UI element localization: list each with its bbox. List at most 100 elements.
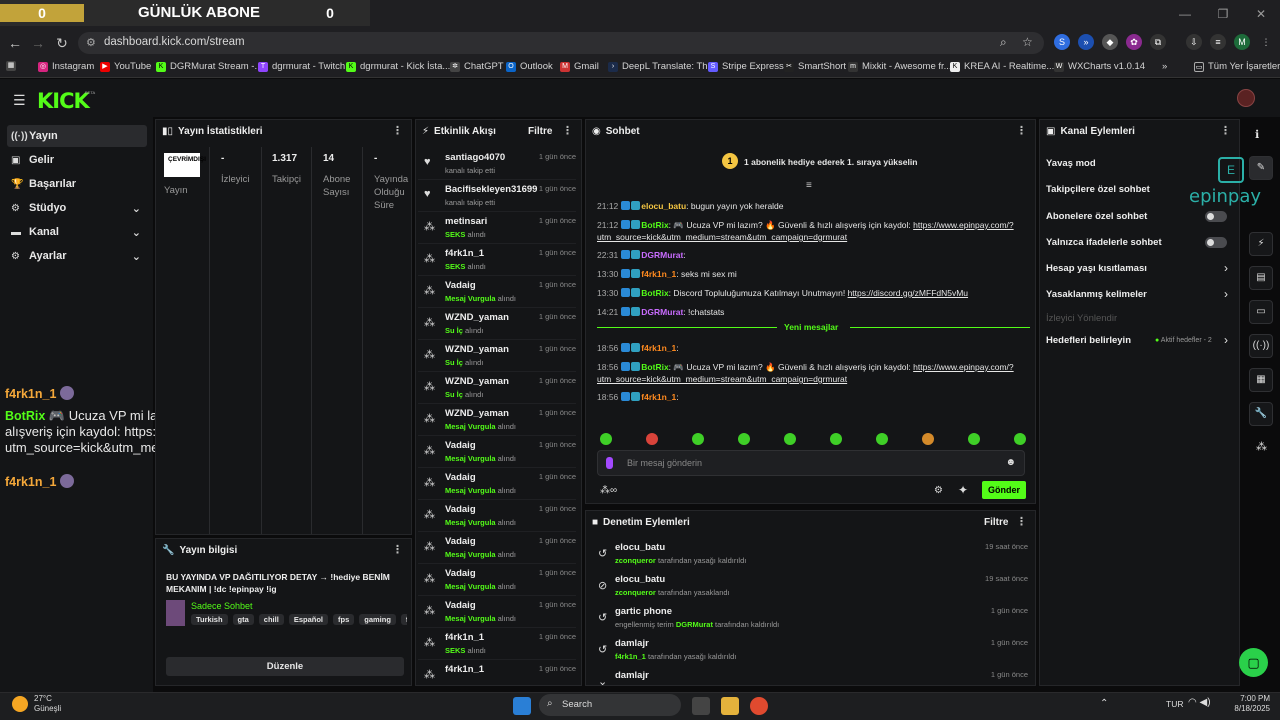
bookmark-item[interactable]: ✂ SmartShort (784, 61, 846, 72)
filter-button[interactable]: Filtre (528, 126, 552, 137)
activity-item[interactable]: ⁂ WZND_yaman Su İç alındı 1 gün önce (418, 340, 576, 372)
bookmark-item[interactable]: O Outlook (506, 61, 553, 72)
activity-username[interactable]: WZND_yaman (445, 408, 509, 419)
url-bar[interactable]: ⚙ dashboard.kick.com/stream ⌕ ☆ (78, 32, 1044, 54)
kick-logo[interactable]: KICK (37, 89, 90, 113)
weather-widget[interactable]: 27°C Güneşli (34, 694, 61, 714)
moderation-item[interactable]: ↺ gartic phone engellenmiş terim DGRMurat … (588, 601, 1034, 633)
settings-icon[interactable]: ⚙ (934, 485, 943, 496)
activity-item[interactable]: ⁂ f4rk1n_1 SEKS alındı 1 gün önce (418, 244, 576, 276)
minimize-button[interactable]: — (1166, 0, 1204, 30)
activity-item[interactable]: ⁂ WZND_yaman Mesaj Vurgula alındı 1 gün önc… (418, 404, 576, 436)
start-icon[interactable] (513, 697, 531, 715)
profile-avatar[interactable]: M (1234, 34, 1250, 50)
activity-item[interactable]: ⁂ Vadaig Mesaj Vurgula alındı 1 gün önce (418, 276, 576, 308)
bookmark-item[interactable]: › DeepL Translate: Th... (608, 61, 715, 72)
microphone-icon[interactable] (606, 457, 613, 469)
emote-icon[interactable] (1014, 433, 1026, 445)
activity-username[interactable]: Vadaig (445, 472, 476, 483)
emote-icon[interactable] (830, 433, 842, 445)
action-banned-words[interactable]: Yasaklanmış kelimeler (1046, 289, 1236, 300)
info-icon[interactable]: ℹ (1255, 128, 1259, 141)
gift-icon[interactable]: ✦ (958, 483, 968, 497)
close-button[interactable]: ✕ (1242, 0, 1280, 30)
sidebar-item-kanal[interactable]: ▬ Kanal ⌄ (7, 221, 147, 243)
sidebar-item-studyo[interactable]: ⚙ Stüdyo ⌄ (7, 197, 147, 219)
activity-item[interactable]: ⁂ f4rk1n_1 1 gün önce (418, 660, 576, 685)
sidebar-item-basarilar[interactable]: 🏆 Başarılar (7, 173, 147, 195)
extension-icon[interactable]: ✿ (1126, 34, 1142, 50)
chat-input[interactable]: Bir mesaj gönderin ☻ (597, 450, 1025, 476)
activity-username[interactable]: f4rk1n_1 (445, 248, 484, 259)
chat-username[interactable]: BotRix (641, 362, 668, 372)
sidebar-item-gelir[interactable]: ▣ Gelir (7, 149, 147, 171)
emote-icon[interactable] (738, 433, 750, 445)
clock[interactable]: 7:00 PM 8/18/2025 (1228, 694, 1270, 714)
edit-icon[interactable]: ✎ (1249, 156, 1273, 180)
chat-username[interactable]: f4rk1n_1 (641, 392, 676, 402)
reload-icon[interactable]: ↻ (52, 33, 72, 53)
hamburger-icon[interactable]: ☰ (13, 92, 26, 109)
chat-username[interactable]: elocu_batu (641, 201, 686, 211)
broadcast-icon[interactable]: ((·)) (1249, 334, 1273, 358)
more-icon[interactable]: ⋮ (1016, 124, 1027, 137)
bookmark-item[interactable]: K KREA AI - Realtime... (950, 61, 1054, 72)
collapse-icon[interactable]: ≡ (806, 180, 812, 191)
tag[interactable]: fu (400, 614, 407, 625)
shield-icon[interactable]: ◆ (1102, 34, 1118, 50)
filter-button[interactable]: Filtre (984, 517, 1008, 528)
bookmark-item[interactable]: Tdgrmurat - Twitch (258, 61, 345, 72)
activity-username[interactable]: Vadaig (445, 440, 476, 451)
language-indicator[interactable]: TUR (1166, 699, 1183, 709)
moderation-target[interactable]: damlajr (615, 670, 649, 681)
edit-button[interactable]: Düzenle (166, 657, 404, 676)
bookmark-item[interactable]: ✲ ChatGPT (450, 61, 504, 72)
extension-icon[interactable]: » (1078, 34, 1094, 50)
tag[interactable]: Español (288, 614, 328, 625)
tag[interactable]: fps (333, 614, 355, 625)
more-icon[interactable]: ⋮ (1016, 515, 1027, 528)
sidebar-item-yayin[interactable]: ((·)) Yayın (7, 125, 147, 147)
bookmark-item[interactable]: W WXCharts v1.0.14 (1054, 61, 1145, 72)
menu-icon[interactable]: ⋮ (1258, 34, 1274, 50)
site-info-icon[interactable]: ⚙ (86, 36, 96, 49)
bookmark-star-icon[interactable]: ☆ (1022, 35, 1033, 49)
activity-username[interactable]: f4rk1n_1 (445, 664, 484, 675)
activity-username[interactable]: Vadaig (445, 568, 476, 579)
document-icon[interactable]: ▤ (1249, 266, 1273, 290)
chat-username[interactable]: DGRMurat (641, 250, 683, 260)
activity-item[interactable]: ⁂ Vadaig Mesaj Vurgula alındı 1 gün önce (418, 532, 576, 564)
activity-username[interactable]: WZND_yaman (445, 344, 509, 355)
activity-item[interactable]: ⁂ WZND_yaman Su İç alındı 1 gün önce (418, 308, 576, 340)
chrome-icon[interactable] (750, 697, 768, 715)
chat-link[interactable]: https://discord.gg/zMFFdN5vMu (848, 288, 968, 298)
bookmark-item[interactable]: ▶ YouTube (100, 61, 151, 72)
moderation-item[interactable]: ⊘ elocu_batu zconqueror tarafından yasakla… (588, 569, 1034, 601)
bookmark-item[interactable]: m Mixkit - Awesome fr... (848, 61, 952, 72)
emote-icon[interactable] (922, 433, 934, 445)
subscribers-only-toggle[interactable] (1205, 211, 1227, 222)
send-button[interactable]: Gönder (982, 481, 1026, 499)
bookmark-item[interactable]: ◎ Instagram (38, 61, 94, 72)
apps-icon[interactable]: ▦ (6, 61, 16, 71)
activity-item[interactable]: ⁂ metinsari SEKS alındı 1 gün önce (418, 212, 576, 244)
moderation-target[interactable]: elocu_batu (615, 542, 665, 553)
support-chat-button[interactable]: ▢ (1239, 648, 1268, 677)
task-view-icon[interactable] (692, 697, 710, 715)
activity-username[interactable]: Bacifisekleyen31699 (445, 184, 537, 195)
maximize-button[interactable]: ❐ (1204, 0, 1242, 30)
chat-username[interactable]: BotRix (641, 220, 668, 230)
bookmarks-more[interactable]: » (1162, 61, 1167, 72)
chat-bubble-icon[interactable]: ▭ (1249, 300, 1273, 324)
back-icon[interactable]: ← (5, 33, 25, 53)
points-icon[interactable]: ⁂∞ (600, 485, 617, 496)
activity-username[interactable]: WZND_yaman (445, 376, 509, 387)
activity-item[interactable]: ⁂ WZND_yaman Su İç alındı 1 gün önce (418, 372, 576, 404)
bookmark-item[interactable]: Kdgrmurat - Kick İsta... (346, 61, 450, 72)
activity-item[interactable]: ⁂ f4rk1n_1 SEKS alındı 1 gün önce (418, 628, 576, 660)
more-icon[interactable]: ⋮ (392, 124, 403, 137)
action-account-age[interactable]: Hesap yaşı kısıtlaması (1046, 263, 1236, 274)
avatar[interactable] (1237, 89, 1255, 107)
more-icon[interactable]: ⋮ (392, 543, 403, 556)
activity-item[interactable]: ♥ santiago4070 kanalı takip etti 1 gün önc… (418, 148, 576, 180)
